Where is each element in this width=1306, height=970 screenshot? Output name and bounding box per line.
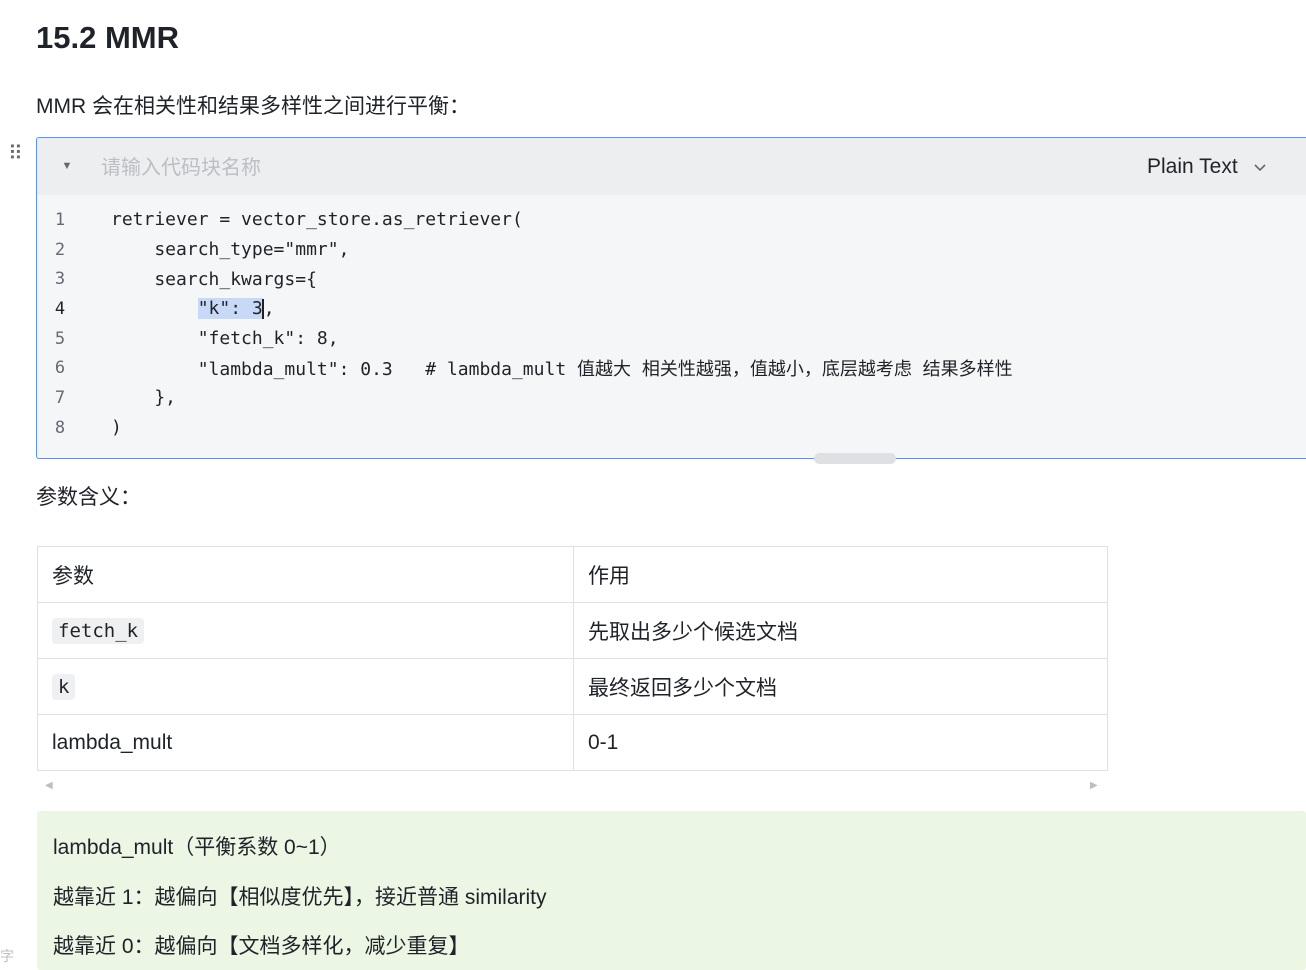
code-text: "lambda_mult": 0.3 # lambda_mult 值越大 相关性… bbox=[111, 355, 1013, 381]
table-header-cell: 作用 bbox=[573, 546, 1108, 603]
code-text: retriever = vector_store.as_retriever( bbox=[111, 209, 523, 230]
table-cell: 先取出多少个候选文档 bbox=[573, 602, 1108, 659]
table-cell: 0-1 bbox=[573, 714, 1108, 771]
table-cell: k bbox=[37, 658, 574, 715]
code-line[interactable]: 3 search_kwargs={ bbox=[37, 264, 1306, 294]
line-number: 4 bbox=[54, 298, 66, 319]
code-block[interactable]: ▼ Plain Text 1 retriever = vector_store.a… bbox=[36, 137, 1306, 459]
scroll-right-icon[interactable]: ▶ bbox=[1090, 780, 1100, 792]
table-header-cell: 参数 bbox=[37, 546, 574, 603]
line-number: 3 bbox=[54, 269, 66, 290]
code-segment: "fetch_k": 8, bbox=[111, 328, 339, 350]
code-line[interactable]: 5 "fetch_k": 8, bbox=[37, 324, 1306, 354]
line-number: 7 bbox=[54, 387, 66, 408]
code-text: search_kwargs={ bbox=[111, 269, 317, 290]
params-title: 参数含义： bbox=[36, 486, 141, 509]
line-number: 5 bbox=[54, 328, 66, 349]
code-text: "k": 3, bbox=[111, 298, 275, 320]
code-text: search_type="mmr", bbox=[111, 239, 349, 260]
table-cell: 最终返回多少个文档 bbox=[573, 658, 1108, 715]
section-heading: 15.2 MMR bbox=[36, 20, 179, 55]
code-segment: ) bbox=[111, 417, 122, 439]
intro-text: MMR 会在相关性和结果多样性之间进行平衡： bbox=[36, 95, 470, 118]
inline-code: fetch_k bbox=[52, 617, 145, 644]
table-cell: lambda_mult bbox=[37, 714, 574, 771]
code-line[interactable]: 8) bbox=[37, 413, 1306, 443]
selected-text: "k": 3 bbox=[197, 298, 263, 320]
params-table: 参数 作用 fetch_k 先取出多少个候选文档 k 最终返回多少个文档 lam… bbox=[37, 546, 1108, 771]
code-line[interactable]: 7 }, bbox=[37, 383, 1306, 413]
language-label: Plain Text bbox=[1147, 155, 1238, 178]
line-number: 2 bbox=[54, 239, 66, 260]
code-segment: retriever = vector_store.as_retriever( bbox=[111, 209, 523, 231]
language-select[interactable]: Plain Text bbox=[1147, 152, 1268, 182]
code-editor[interactable]: 1 retriever = vector_store.as_retriever( 2… bbox=[37, 205, 1306, 443]
code-line[interactable]: 6 "lambda_mult": 0.3 # lambda_mult 值越大 相… bbox=[37, 353, 1306, 383]
callout-box: lambda_mult（平衡系数 0~1） 越靠近 1：越偏向【相似度优先】，接… bbox=[37, 811, 1306, 970]
code-text: }, bbox=[111, 387, 176, 408]
code-line[interactable]: 1 retriever = vector_store.as_retriever( bbox=[37, 205, 1306, 235]
table-row: lambda_mult 0-1 bbox=[37, 714, 1108, 771]
code-segment: search_type="mmr", bbox=[111, 239, 350, 261]
line-number: 6 bbox=[54, 358, 66, 379]
code-line[interactable]: 4 "k": 3, bbox=[37, 294, 1306, 324]
line-number: 1 bbox=[54, 209, 66, 230]
code-block-name-input[interactable] bbox=[99, 152, 503, 184]
code-segment: "lambda_mult": 0.3 # lambda_mult 值越大 相关性… bbox=[111, 359, 1013, 381]
code-segment: }, bbox=[111, 387, 177, 409]
chevron-down-icon bbox=[1254, 164, 1266, 172]
inline-code: k bbox=[52, 673, 76, 700]
callout-line: 越靠近 0：越偏向【文档多样化，减少重复】 bbox=[53, 935, 470, 958]
scroll-left-icon[interactable]: ◀ bbox=[45, 780, 55, 792]
edge-text: 字 bbox=[0, 948, 14, 964]
collapse-triangle-icon[interactable]: ▼ bbox=[59, 158, 75, 174]
drag-handle-icon[interactable]: ⠿ bbox=[8, 143, 23, 165]
table-cell: fetch_k bbox=[37, 602, 574, 659]
code-line[interactable]: 2 search_type="mmr", bbox=[37, 235, 1306, 265]
table-row: fetch_k 先取出多少个候选文档 bbox=[37, 602, 1108, 659]
resize-handle[interactable] bbox=[814, 453, 896, 464]
callout-line: 越靠近 1：越偏向【相似度优先】，接近普通 similarity bbox=[53, 886, 547, 909]
code-segment: , bbox=[263, 298, 275, 320]
table-header-row: 参数 作用 bbox=[37, 546, 1108, 603]
code-text: "fetch_k": 8, bbox=[111, 328, 339, 349]
code-text: ) bbox=[111, 417, 122, 438]
code-segment: search_kwargs={ bbox=[111, 268, 317, 290]
table-row: k 最终返回多少个文档 bbox=[37, 658, 1108, 715]
code-block-header: ▼ Plain Text bbox=[37, 138, 1306, 195]
callout-line: lambda_mult（平衡系数 0~1） bbox=[53, 836, 341, 859]
table-horizontal-scrollbar[interactable]: ◀ ▶ bbox=[37, 780, 1108, 792]
line-number: 8 bbox=[54, 417, 66, 438]
